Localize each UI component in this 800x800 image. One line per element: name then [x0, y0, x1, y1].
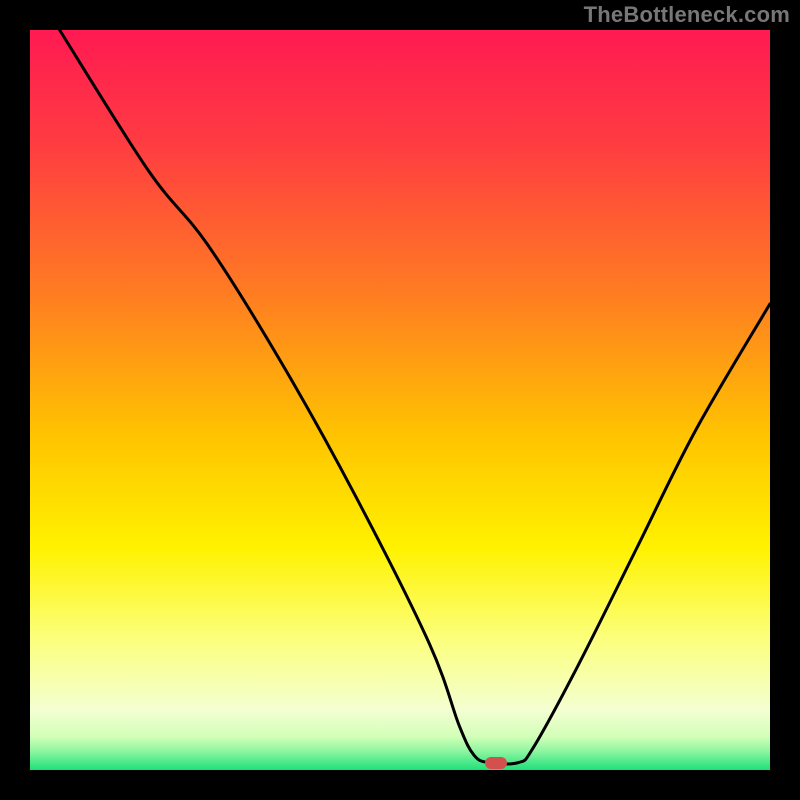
optimal-point-marker: [485, 757, 507, 769]
watermark-text: TheBottleneck.com: [584, 2, 790, 28]
bottleneck-chart: [30, 30, 770, 770]
chart-background: [30, 30, 770, 770]
